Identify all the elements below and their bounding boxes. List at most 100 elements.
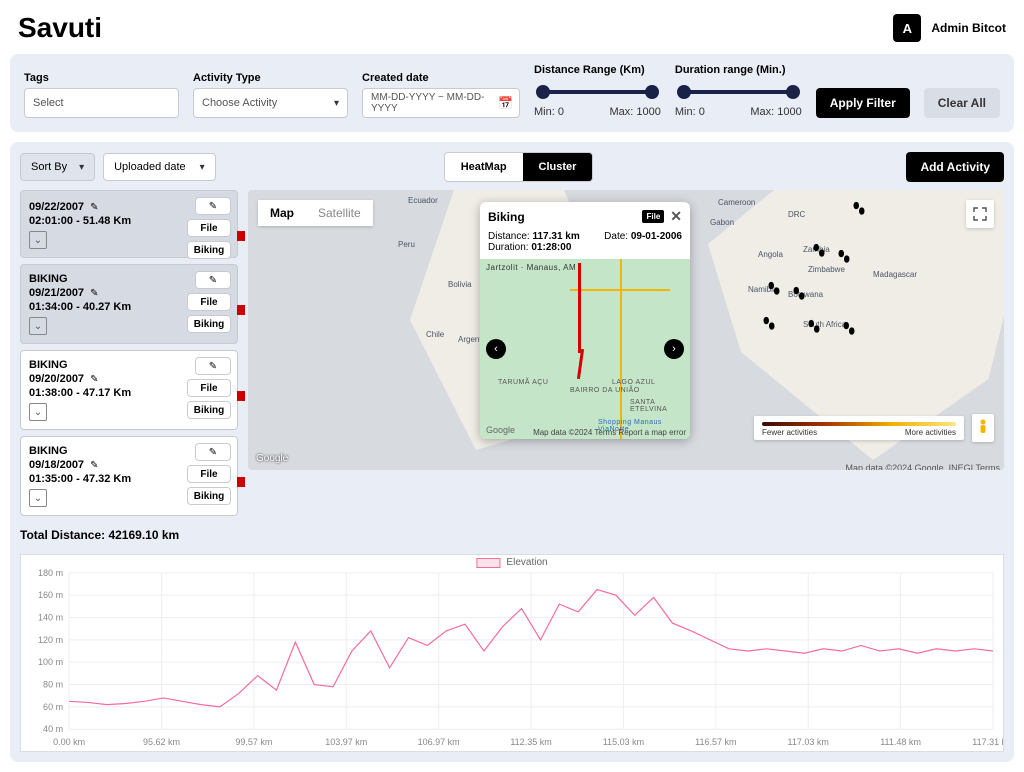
file-button[interactable]: File (187, 219, 231, 237)
google-logo: Google (486, 425, 515, 435)
activity-marker[interactable] (838, 320, 860, 342)
map-attribution: Map data ©2024 Google, INEGI Terms (845, 463, 1000, 470)
distance-min-handle[interactable] (536, 85, 550, 99)
svg-text:95.62 km: 95.62 km (143, 737, 180, 747)
heat-fewer-label: Fewer activities (762, 428, 817, 437)
svg-text:140 m: 140 m (38, 613, 63, 623)
activity-card[interactable]: BIKING09/20/2007✎01:38:00 - 47.17 Km⌄ ✎ … (20, 350, 238, 430)
edit-button[interactable]: ✎ (195, 443, 231, 461)
activity-date: 09/22/2007 (29, 201, 84, 213)
distance-max-handle[interactable] (645, 85, 659, 99)
svg-text:160 m: 160 m (38, 590, 63, 600)
activity-date: 09/20/2007 (29, 373, 84, 385)
file-button[interactable]: File (187, 293, 231, 311)
filter-bar: Tags Select Activity Type Choose Activit… (10, 54, 1014, 132)
popup-title: Biking (488, 210, 525, 224)
delete-icon[interactable] (237, 477, 245, 487)
pegman-icon (977, 419, 989, 437)
duration-min-handle[interactable] (677, 85, 691, 99)
svg-text:115.03 km: 115.03 km (603, 737, 644, 747)
popup-place: Jartzolit · Manaus, AM (486, 263, 576, 272)
edit-icon[interactable]: ✎ (90, 374, 98, 385)
file-button[interactable]: File (187, 465, 231, 483)
activity-marker[interactable] (808, 242, 830, 264)
popup-file-chip[interactable]: File (642, 210, 664, 223)
view-toggle: HeatMap Cluster (444, 152, 594, 182)
distance-range-slider[interactable] (538, 90, 657, 94)
popup-place: LAGO AZUL (612, 379, 655, 386)
activity-marker[interactable] (763, 280, 785, 302)
edit-button[interactable]: ✎ (195, 197, 231, 215)
svg-text:40 m: 40 m (43, 724, 63, 734)
popup-map-attribution: Map data ©2024 Terms Report a map error (533, 428, 686, 437)
popup-prev-button[interactable]: ‹ (486, 339, 506, 359)
activity-card[interactable]: 09/22/2007✎02:01:00 - 51.48 Km⌄ ✎ File B… (20, 190, 238, 258)
cluster-tab[interactable]: Cluster (523, 153, 593, 181)
pegman-button[interactable] (972, 414, 994, 442)
edit-icon[interactable]: ✎ (90, 288, 98, 299)
activity-time: 01:38:00 (29, 387, 73, 399)
elevation-chart: Elevation 180 m160 m140 m120 m100 m80 m6… (20, 554, 1004, 752)
heatmap-tab[interactable]: HeatMap (445, 153, 523, 181)
uploaded-date-label: Uploaded date (114, 161, 186, 173)
created-date-input[interactable]: MM-DD-YYYY ~ MM-DD-YYYY📅 (362, 88, 520, 118)
svg-text:120 m: 120 m (38, 635, 63, 645)
duration-range-slider[interactable] (679, 90, 798, 94)
activity-time: 02:01:00 (29, 215, 73, 227)
popup-map[interactable]: Jartzolit · Manaus, AM TARUMÃ AÇU BAIRRO… (480, 259, 690, 439)
activity-date: 09/18/2007 (29, 459, 84, 471)
edit-button[interactable]: ✎ (195, 357, 231, 375)
activity-marker[interactable] (803, 318, 825, 340)
apply-filter-button[interactable]: Apply Filter (816, 88, 910, 118)
map[interactable]: Ecuador Peru Bolivia Chile Argentina Cam… (248, 190, 1004, 470)
duration-min-label: Min: 0 (675, 106, 705, 118)
edit-icon[interactable]: ✎ (90, 202, 98, 213)
activity-marker[interactable] (758, 315, 780, 337)
svg-text:106.97 km: 106.97 km (418, 737, 460, 747)
delete-icon[interactable] (237, 305, 245, 315)
expand-button[interactable]: ⌄ (29, 489, 47, 507)
activity-marker[interactable] (848, 200, 870, 222)
file-button[interactable]: File (187, 379, 231, 397)
popup-dist-value: 117.31 km (532, 231, 579, 242)
distance-range-label: Distance Range (Km) (534, 64, 661, 76)
satellite-view-button[interactable]: Satellite (306, 200, 373, 226)
popup-next-button[interactable]: › (664, 339, 684, 359)
activity-select[interactable]: Choose Activity▾ (193, 88, 348, 118)
activity-marker[interactable] (833, 248, 855, 270)
created-date-label: Created date (362, 72, 520, 84)
legend-label: Elevation (506, 557, 547, 568)
activity-card[interactable]: BIKING09/18/2007✎01:35:00 - 47.32 Km⌄ ✎ … (20, 436, 238, 516)
svg-text:99.57 km: 99.57 km (235, 737, 272, 747)
activity-marker[interactable] (788, 285, 810, 307)
svg-text:103.97 km: 103.97 km (325, 737, 367, 747)
map-view-button[interactable]: Map (258, 200, 306, 226)
edit-icon[interactable]: ✎ (90, 460, 98, 471)
svg-text:112.35 km: 112.35 km (510, 737, 551, 747)
fullscreen-button[interactable] (966, 200, 994, 228)
activity-distance: 40.27 Km (83, 301, 131, 313)
delete-icon[interactable] (237, 391, 245, 401)
activity-placeholder: Choose Activity (202, 97, 277, 109)
expand-button[interactable]: ⌄ (29, 231, 47, 249)
user-name: Admin Bitcot (931, 21, 1006, 35)
user-area[interactable]: A Admin Bitcot (893, 14, 1006, 42)
svg-text:111.48 km: 111.48 km (880, 737, 921, 747)
sort-by-button[interactable]: Sort By▾ (20, 153, 95, 181)
total-distance: Total Distance: 42169.10 km (20, 528, 1004, 542)
edit-button[interactable]: ✎ (195, 271, 231, 289)
country-label: Gabon (710, 218, 734, 227)
expand-button[interactable]: ⌄ (29, 403, 47, 421)
clear-all-button[interactable]: Clear All (924, 88, 1000, 118)
avatar[interactable]: A (893, 14, 921, 42)
tags-select[interactable]: Select (24, 88, 179, 118)
popup-place: SANTA ETELVINA (630, 399, 690, 413)
duration-max-handle[interactable] (786, 85, 800, 99)
delete-icon[interactable] (237, 231, 245, 241)
uploaded-date-button[interactable]: Uploaded date▾ (103, 153, 216, 181)
activity-list: 09/22/2007✎02:01:00 - 51.48 Km⌄ ✎ File B… (20, 190, 238, 516)
activity-card[interactable]: BIKING09/21/2007✎01:34:00 - 40.27 Km⌄ ✎ … (20, 264, 238, 344)
close-icon[interactable]: ✕ (670, 208, 682, 225)
expand-button[interactable]: ⌄ (29, 317, 47, 335)
add-activity-button[interactable]: Add Activity (906, 152, 1004, 182)
